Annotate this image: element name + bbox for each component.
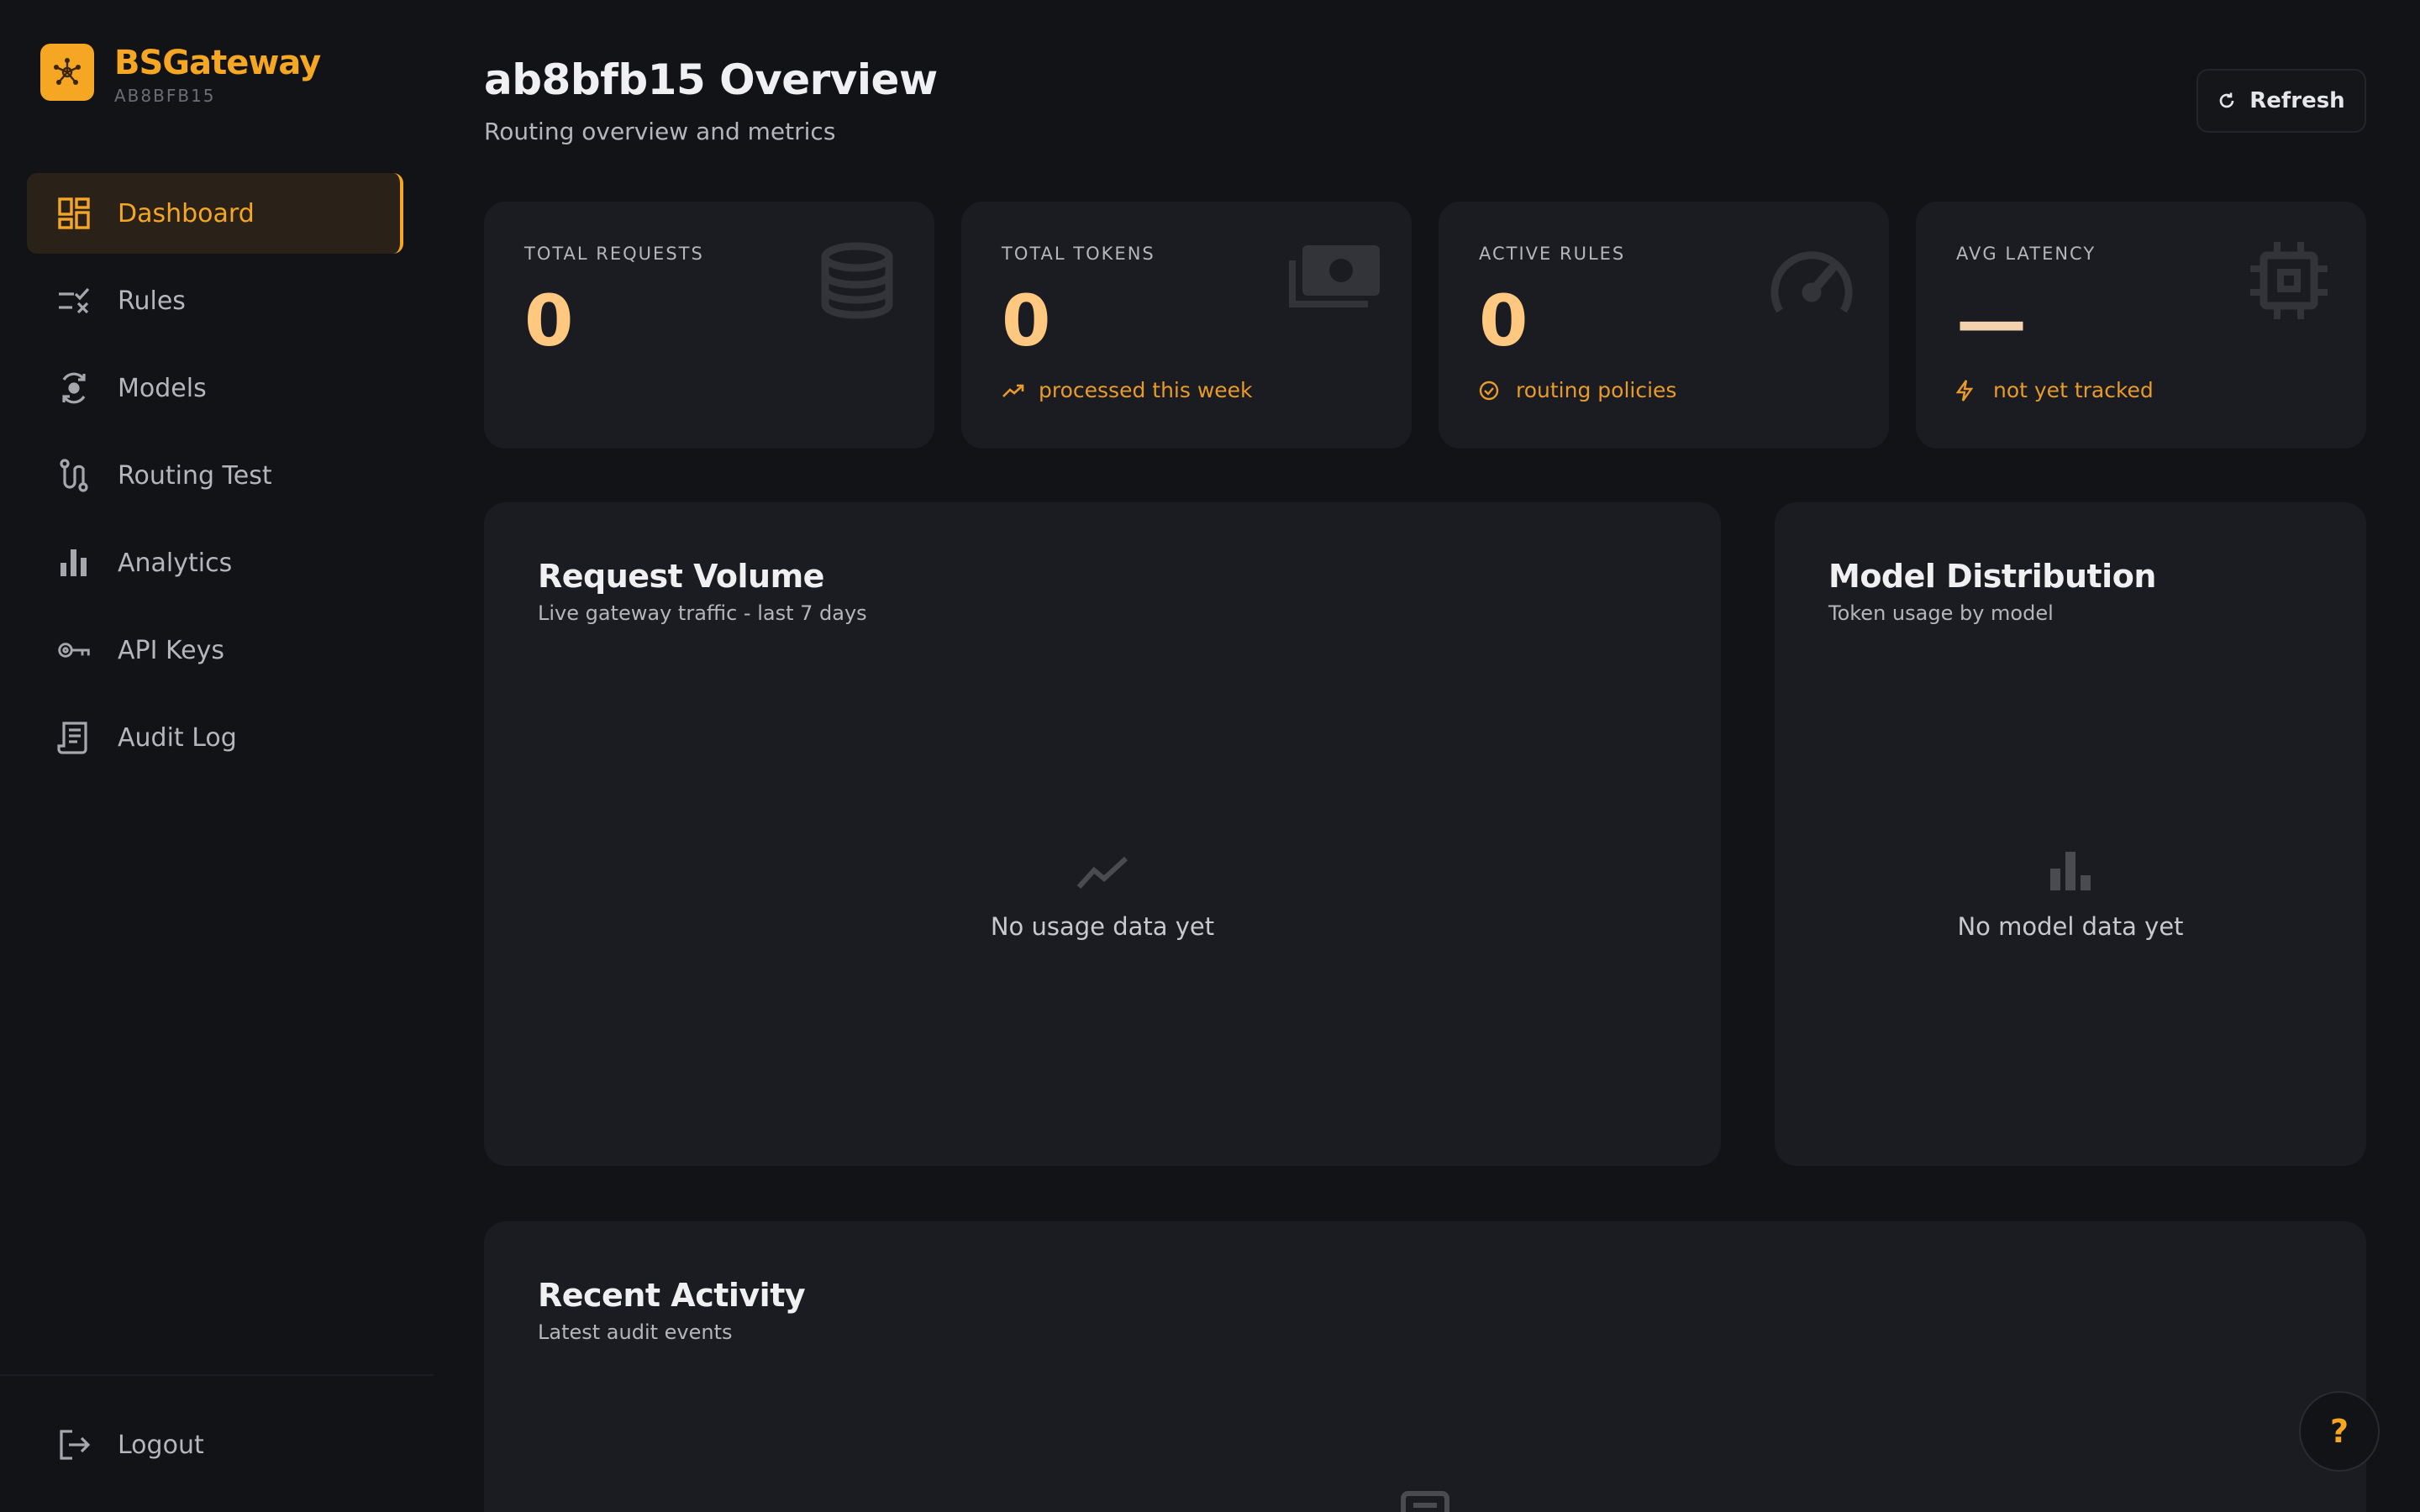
logout-label: Logout: [118, 1430, 204, 1460]
stat-footer-text: not yet tracked: [1993, 378, 2154, 402]
trending-up-icon: [1002, 382, 1025, 399]
sidebar-item-rules[interactable]: Rules: [27, 260, 403, 341]
sidebar-item-models[interactable]: Models: [27, 348, 403, 428]
database-icon: [817, 240, 897, 324]
help-button[interactable]: ?: [2299, 1391, 2380, 1472]
stat-footer: routing policies: [1479, 378, 1676, 402]
stat-card-total-tokens: TOTAL TOKENS 0 processed this week: [961, 202, 1412, 449]
panel-title: Recent Activity: [538, 1277, 806, 1314]
sidebar-item-label: Routing Test: [118, 460, 272, 491]
bar-chart-icon: [57, 546, 91, 580]
brand-sub: AB8BFB15: [114, 86, 216, 106]
stat-footer-text: routing policies: [1516, 378, 1677, 402]
sidebar-nav: Dashboard Rules Models Routing Test Anal…: [27, 173, 403, 785]
stat-label: ACTIVE RULES: [1479, 244, 1626, 264]
panel-subtitle: Token usage by model: [1828, 601, 2054, 625]
stat-label: TOTAL REQUESTS: [524, 244, 704, 264]
recent-activity-panel: Recent Activity Latest audit events: [484, 1221, 2366, 1512]
sidebar: BSGateway AB8BFB15 Dashboard Rules Model…: [0, 0, 434, 1512]
empty-state: No usage data yet: [484, 853, 1721, 941]
speedometer-icon: [1768, 245, 1855, 319]
stat-card-avg-latency: AVG LATENCY — not yet tracked: [1916, 202, 2366, 449]
trending-up-icon: [484, 853, 1721, 894]
logout-button[interactable]: Logout: [57, 1428, 204, 1462]
stat-label: AVG LATENCY: [1956, 244, 2096, 264]
empty-state-text: No model data yet: [1957, 912, 2184, 941]
sidebar-item-label: Analytics: [118, 548, 233, 578]
sidebar-item-label: API Keys: [118, 635, 225, 665]
page-subtitle: Routing overview and metrics: [484, 118, 836, 145]
stat-card-active-rules: ACTIVE RULES 0 routing policies: [1439, 202, 1889, 449]
check-circle-icon: [1479, 381, 1502, 401]
sidebar-item-api-keys[interactable]: API Keys: [27, 610, 403, 690]
model-distribution-panel: Model Distribution Token usage by model …: [1775, 502, 2366, 1166]
refresh-label: Refresh: [2249, 88, 2345, 113]
receipt-icon: [57, 721, 91, 754]
brand-name: BSGateway: [114, 44, 321, 82]
bar-chart-icon: [1775, 850, 2366, 894]
sidebar-item-label: Rules: [118, 286, 186, 316]
empty-state: No model data yet: [1775, 850, 2366, 941]
refresh-button[interactable]: Refresh: [2196, 69, 2366, 133]
panel-title: Request Volume: [538, 558, 824, 595]
refresh-icon: [2217, 92, 2236, 110]
empty-state-text: No usage data yet: [990, 912, 1215, 941]
key-icon: [57, 633, 91, 667]
sidebar-item-dashboard[interactable]: Dashboard: [27, 173, 403, 254]
brand[interactable]: BSGateway AB8BFB15: [40, 44, 321, 106]
stat-footer: processed this week: [1002, 378, 1253, 402]
stat-value: 0: [524, 280, 574, 362]
logout-icon: [57, 1428, 91, 1462]
sidebar-item-label: Models: [118, 373, 207, 403]
request-volume-panel: Request Volume Live gateway traffic - la…: [484, 502, 1721, 1166]
sidebar-item-label: Dashboard: [118, 198, 255, 228]
stat-footer-text: processed this week: [1039, 378, 1253, 402]
bolt-icon: [1956, 379, 1980, 402]
stat-label: TOTAL TOKENS: [1002, 244, 1155, 264]
cash-icon: [1287, 244, 1381, 319]
panel-subtitle: Live gateway traffic - last 7 days: [538, 601, 867, 625]
stat-footer: not yet tracked: [1956, 378, 2154, 402]
sidebar-item-routing-test[interactable]: Routing Test: [27, 435, 403, 516]
stat-value: —: [1956, 280, 2027, 362]
brand-logo-icon: [40, 44, 94, 101]
sidebar-divider: [0, 1374, 434, 1376]
panel-subtitle: Latest audit events: [538, 1320, 733, 1344]
sidebar-item-analytics[interactable]: Analytics: [27, 522, 403, 603]
chip-icon: [2249, 240, 2329, 324]
route-icon: [57, 459, 91, 492]
receipt-icon: [1400, 1490, 1450, 1512]
dashboard-icon: [57, 197, 91, 230]
stat-value: 0: [1002, 280, 1051, 362]
models-icon: [57, 371, 91, 405]
page-title: ab8bfb15 Overview: [484, 55, 938, 104]
stat-card-total-requests: TOTAL REQUESTS 0: [484, 202, 934, 449]
stat-value: 0: [1479, 280, 1528, 362]
sidebar-item-audit-log[interactable]: Audit Log: [27, 697, 403, 778]
rules-icon: [57, 284, 91, 318]
panel-title: Model Distribution: [1828, 558, 2156, 595]
sidebar-item-label: Audit Log: [118, 722, 237, 753]
